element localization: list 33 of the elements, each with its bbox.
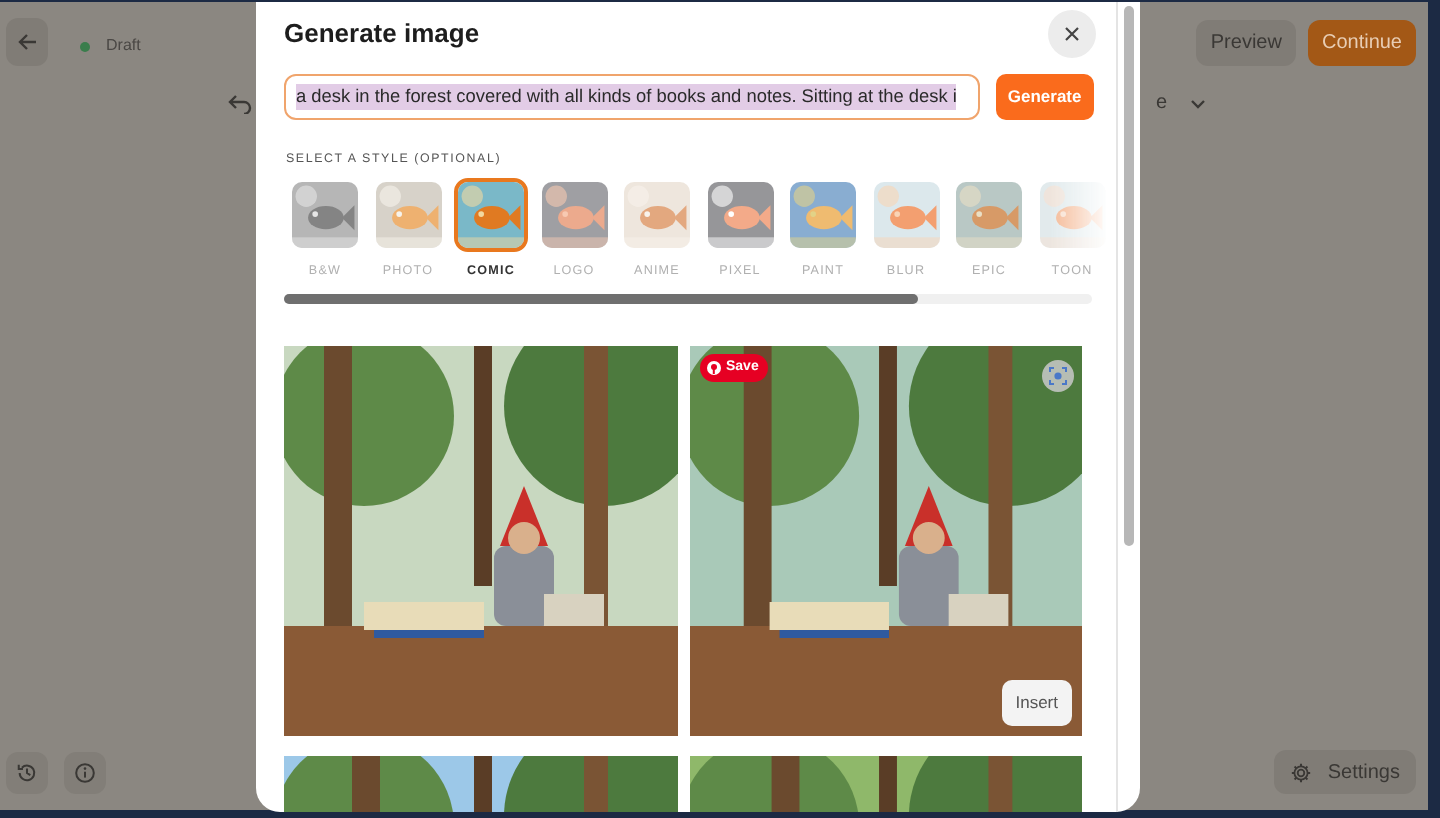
style-thumbnail[interactable] [537, 178, 611, 253]
style-thumbnail[interactable] [620, 178, 694, 253]
close-button[interactable] [1048, 10, 1096, 58]
info-icon[interactable] [64, 751, 106, 793]
history-icon[interactable] [6, 751, 48, 793]
style-thumbnail[interactable] [371, 178, 445, 253]
toolbar-label: e [1156, 90, 1168, 118]
style-thumbnail[interactable] [1035, 178, 1108, 253]
prompt-field[interactable]: a desk in the forest covered with all kinds of books and notes. Sitting at the desk i [284, 74, 980, 120]
status-label: Draft [106, 34, 141, 58]
style-thumbnail[interactable] [786, 178, 860, 253]
style-thumbnail[interactable] [869, 178, 943, 253]
style-thumbnail[interactable] [703, 178, 777, 253]
style-thumbnail[interactable] [454, 178, 528, 253]
back-button[interactable] [6, 18, 48, 66]
back-arrow-icon [17, 32, 37, 52]
status-dot [80, 41, 90, 51]
settings-icon [1289, 761, 1312, 783]
pin-icon [706, 359, 722, 376]
modal-title: Generate image [284, 18, 480, 50]
close-icon [1064, 26, 1080, 42]
undo-icon[interactable] [228, 93, 252, 113]
settings-button[interactable]: Settings [1273, 750, 1416, 794]
lens-icon[interactable] [1042, 359, 1074, 391]
generate-button[interactable]: Generate [995, 74, 1094, 120]
scrollbar-thumb[interactable] [284, 293, 918, 304]
preview-button[interactable]: Preview [1196, 20, 1296, 66]
insert-button[interactable]: Insert [1001, 679, 1072, 726]
scrollbar-thumb[interactable] [1124, 6, 1134, 546]
continue-button[interactable]: Continue [1307, 20, 1416, 66]
style-thumbnail[interactable] [288, 178, 362, 253]
style-thumbnail[interactable] [952, 178, 1026, 253]
chevron-down-icon[interactable] [1189, 97, 1206, 109]
